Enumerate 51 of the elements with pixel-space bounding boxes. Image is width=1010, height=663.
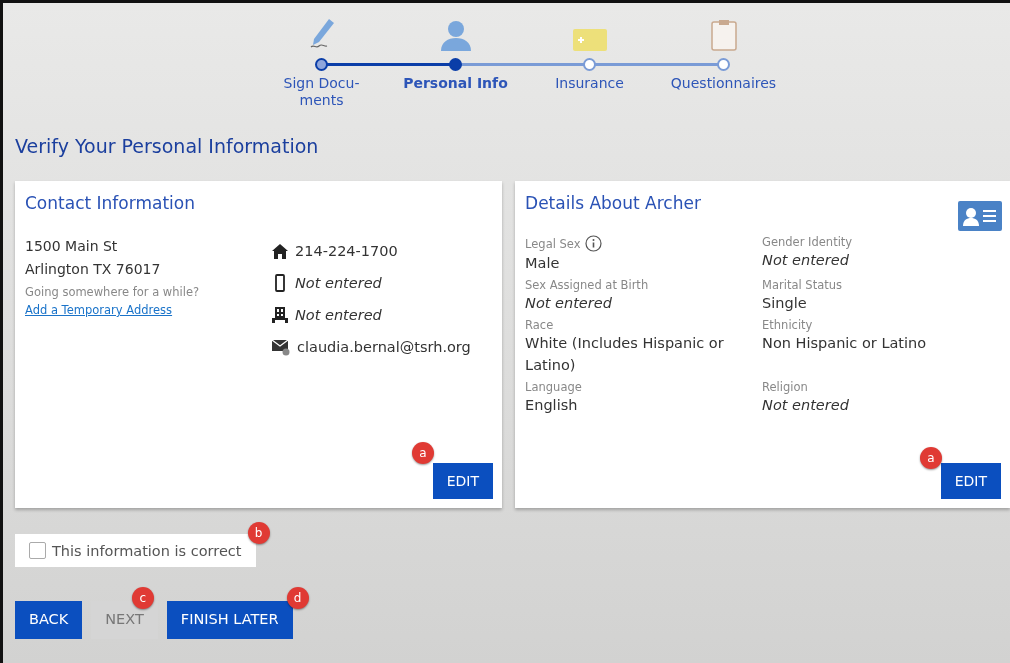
- annotation-marker: b: [247, 522, 270, 544]
- checkbox[interactable]: [29, 542, 46, 559]
- field-value: Not entered: [525, 294, 612, 313]
- contact-value: 214-224-1700: [295, 243, 398, 259]
- contact-value: claudia.bernal@tsrh.org: [297, 339, 471, 355]
- field-label: Marital Status: [762, 278, 842, 292]
- annotation-marker: d: [286, 587, 309, 609]
- contact-value: Not entered: [295, 275, 382, 291]
- house-icon: [271, 242, 289, 260]
- step-label[interactable]: Sign Docu- ments: [283, 75, 360, 109]
- address-line: Arlington TX 76017: [25, 260, 162, 279]
- nav-button[interactable]: BACK: [15, 601, 83, 639]
- clipboard-icon: [710, 19, 737, 51]
- confirm-checkbox[interactable]: This information is correct: [15, 534, 256, 567]
- annotation-marker: c: [131, 587, 154, 609]
- field-value: Male: [525, 254, 560, 273]
- card-title: Contact Information: [25, 193, 196, 213]
- field-label: Language: [525, 380, 582, 394]
- temporary-address-link[interactable]: Add a Temporary Address: [25, 303, 173, 317]
- checkbox-label: This information is correct: [52, 542, 242, 559]
- field-value: Not entered: [762, 251, 849, 270]
- field-value: White (Includes Hispanic or Latino): [525, 334, 725, 375]
- envelope-icon: [271, 338, 291, 356]
- field-label: Race: [525, 318, 554, 332]
- field-value: English: [525, 396, 578, 415]
- step-label[interactable]: Insurance: [555, 75, 624, 92]
- annotation-marker: a: [412, 442, 435, 464]
- contact-value: Not entered: [295, 307, 382, 323]
- field-label: Legal Sex: [525, 236, 581, 251]
- page-title: Verify Your Personal Information: [15, 135, 320, 157]
- field-label: Sex Assigned at Birth: [525, 278, 649, 292]
- field-label: Gender Identity: [762, 235, 853, 249]
- edit-button[interactable]: EDIT: [940, 463, 1001, 499]
- nav-button[interactable]: FINISH LATER: [166, 601, 293, 639]
- field-label: Ethnicity: [762, 318, 813, 332]
- info-icon[interactable]: [584, 235, 602, 252]
- annotation-marker: a: [920, 447, 942, 469]
- field-value: Non Hispanic or Latino: [762, 334, 927, 353]
- address-line: 1500 Main St: [25, 237, 119, 256]
- step-label[interactable]: Personal Info: [403, 75, 508, 92]
- field-value: Not entered: [762, 396, 849, 415]
- person-icon: [438, 19, 473, 51]
- edit-button[interactable]: EDIT: [432, 463, 494, 499]
- card-title: Details About Archer: [525, 193, 702, 213]
- field-label: Religion: [762, 380, 808, 394]
- step-label[interactable]: Questionnaires: [670, 75, 777, 92]
- card-icon: [572, 29, 607, 51]
- id-card-icon: [958, 201, 1002, 231]
- building-icon: [271, 306, 289, 324]
- hint-text: Going somewhere for a while?: [25, 285, 201, 299]
- field-value: Single: [762, 294, 807, 313]
